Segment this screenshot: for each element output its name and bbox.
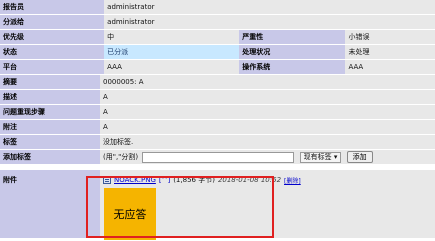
assigned-value: administrator	[104, 15, 240, 29]
add-tags-hint: (用","分割)	[103, 153, 139, 161]
table-row: 状态 已分派 处理状况 未处理	[0, 45, 435, 59]
table-row: 摘要 0000005: A	[0, 75, 435, 89]
attachment-toggle-link[interactable]: [^]	[159, 176, 170, 184]
resolution-value: 未处理	[345, 45, 435, 59]
file-icon[interactable]	[103, 176, 111, 184]
table-row: 描述 A	[0, 90, 435, 104]
reporter-label: 报告员	[0, 0, 105, 14]
attachment-size: (1,856 字节)	[173, 176, 215, 184]
table-row: 标签 没加标签.	[0, 135, 435, 149]
attachment-thumbnail[interactable]: 无应答	[104, 188, 156, 240]
issue-info-table: 报告员 administrator 分派给 administrator 优先级 …	[0, 0, 435, 75]
priority-value: 中	[104, 30, 240, 44]
table-row: 优先级 中 严重性 小错误	[0, 30, 435, 44]
attachment-line: NOACK.PNG [^] (1,856 字节) 2018-01-08 10:5…	[103, 175, 432, 185]
severity-label: 严重性	[239, 30, 346, 44]
chevron-down-icon: ▾	[333, 152, 338, 161]
reporter-value: administrator	[104, 0, 240, 14]
priority-label: 优先级	[0, 30, 105, 44]
tags-value: 没加标签.	[100, 135, 435, 149]
summary-label: 摘要	[0, 75, 100, 89]
severity-value: 小错误	[345, 30, 435, 44]
attachment-filename-link[interactable]: NOACK.PNG	[114, 176, 156, 184]
assigned-label: 分派给	[0, 15, 105, 29]
existing-tags-select[interactable]: 现有标签 ▾	[299, 151, 342, 163]
resolution-label: 处理状况	[239, 45, 346, 59]
platform-label: 平台	[0, 60, 105, 74]
notes-label: 附注	[0, 120, 100, 134]
tags-label: 标签	[0, 135, 100, 149]
table-row: 报告员 administrator	[0, 0, 435, 14]
status-label: 状态	[0, 45, 105, 59]
add-tag-button[interactable]: 添加	[346, 151, 373, 163]
add-tags-label: 添加标签	[0, 150, 100, 164]
os-label: 操作系统	[239, 60, 346, 74]
thumbnail-text: 无应答	[113, 208, 147, 221]
existing-tags-label: 现有标签	[303, 152, 332, 161]
os-value: AAA	[345, 60, 435, 74]
add-tags-cell: (用","分割) 现有标签 ▾ 添加	[100, 150, 435, 164]
table-row: 平台 AAA 操作系统 AAA	[0, 60, 435, 74]
tags-input[interactable]	[142, 151, 295, 163]
description-label: 描述	[0, 90, 100, 104]
issue-view-page: 报告员 administrator 分派给 administrator 优先级 …	[0, 0, 435, 241]
issue-details-table: 摘要 0000005: A 描述 A 问题重现步骤 A 附注 A 标签 没加标签…	[0, 74, 435, 165]
table-row: 分派给 administrator	[0, 15, 435, 29]
table-row: 附注 A	[0, 120, 435, 134]
steps-label: 问题重现步骤	[0, 105, 100, 119]
table-row: 问题重现步骤 A	[0, 105, 435, 119]
attachment-table: 附件 NOACK.PNG [^] (1,856 字节) 2018-01-08 1…	[0, 169, 435, 239]
notes-value: A	[100, 120, 435, 134]
description-value: A	[100, 90, 435, 104]
table-row: 附件 NOACK.PNG [^] (1,856 字节) 2018-01-08 1…	[0, 170, 435, 238]
steps-value: A	[100, 105, 435, 119]
table-row: 添加标签 (用","分割) 现有标签 ▾ 添加	[0, 150, 435, 164]
attachment-date: 2018-01-08 10:52	[217, 176, 282, 184]
attachment-delete-link[interactable]: [删除]	[284, 176, 301, 185]
status-value: 已分派	[104, 45, 240, 59]
attachment-label: 附件	[0, 170, 100, 238]
summary-value: 0000005: A	[100, 75, 435, 89]
platform-value: AAA	[104, 60, 240, 74]
